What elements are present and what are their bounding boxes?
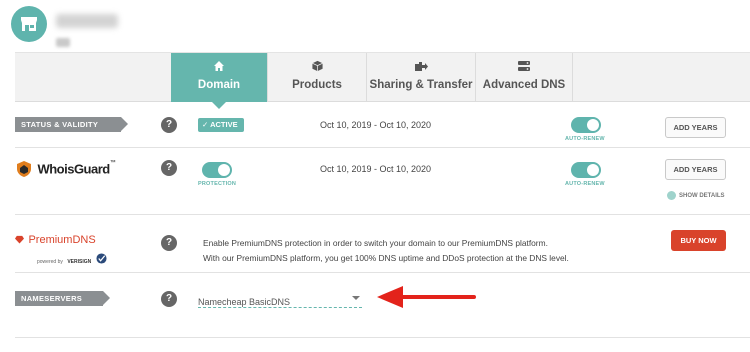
protection-caption: PROTECTION (198, 181, 237, 187)
premiumdns-gem-icon (15, 236, 24, 244)
verisign-text: VERISIGN (67, 259, 92, 265)
tab-sharing-transfer[interactable]: Sharing & Transfer (367, 53, 475, 102)
blurred-domain-icon (56, 38, 70, 47)
blurred-domain-name (56, 14, 118, 28)
premiumdns-description-line2: With our PremiumDNS platform, you get 10… (203, 253, 569, 263)
verisign-check-icon (96, 253, 107, 264)
premiumdns-description-line1: Enable PremiumDNS protection in order to… (203, 238, 548, 248)
tab-sharing-transfer-label: Sharing & Transfer (369, 79, 473, 91)
row-divider (15, 147, 750, 148)
add-years-button[interactable]: ADD YEARS (665, 117, 726, 138)
red-arrow-annotation (377, 286, 476, 308)
status-help-icon[interactable]: ? (161, 117, 177, 133)
nameservers-selected-value: Namecheap BasicDNS (198, 297, 291, 307)
whoisguard-logo: WhoisGuard™ (15, 160, 116, 178)
tab-domain[interactable]: Domain (171, 53, 267, 109)
server-icon (518, 61, 530, 71)
row-divider (15, 272, 750, 273)
tab-products[interactable]: Products (268, 53, 366, 102)
chevron-down-icon (352, 296, 360, 300)
whoisguard-validity-dates: Oct 10, 2019 - Oct 10, 2020 (320, 164, 432, 174)
nameservers-label: NAMESERVERS (15, 291, 110, 306)
whoisguard-help-icon[interactable]: ? (161, 160, 177, 176)
whoisguard-autorenew-toggle[interactable] (571, 162, 601, 178)
expand-icon (667, 191, 676, 200)
buy-now-button[interactable]: BUY NOW (671, 230, 726, 251)
home-icon (214, 61, 224, 71)
whoisguard-add-years-button[interactable]: ADD YEARS (665, 159, 726, 180)
shield-icon (17, 161, 31, 177)
status-validity-label: STATUS & VALIDITY (15, 117, 128, 132)
autorenew-caption: AUTO-RENEW (565, 181, 605, 187)
domain-validity-dates: Oct 10, 2019 - Oct 10, 2020 (320, 120, 432, 130)
nameservers-help-icon[interactable]: ? (161, 291, 177, 307)
row-divider (15, 337, 750, 338)
tab-advanced-dns-label: Advanced DNS (482, 79, 566, 91)
box-icon (311, 60, 323, 72)
domain-tab-bar: Domain Products Sharing & Transfer Advan… (15, 52, 750, 109)
status-badge: ✓ ACTIVE (198, 118, 244, 132)
show-details-text: SHOW DETAILS (679, 193, 725, 200)
show-details-link[interactable]: SHOW DETAILS (667, 191, 725, 200)
premiumdns-description: Enable PremiumDNS protection in order to… (203, 236, 569, 266)
premiumdns-help-icon[interactable]: ? (161, 235, 177, 251)
premiumdns-logo: PremiumDNS powered by VERISIGN (15, 231, 115, 268)
premiumdns-logo-text: PremiumDNS (28, 233, 96, 246)
tab-domain-label: Domain (197, 79, 241, 91)
autorenew-caption: AUTO-RENEW (565, 136, 605, 142)
tab-advanced-dns[interactable]: Advanced DNS (476, 53, 572, 102)
row-divider (15, 214, 750, 215)
domain-autorenew-toggle[interactable] (571, 117, 601, 133)
whoisguard-logo-text: WhoisGuard (37, 161, 110, 177)
whoisguard-protection-toggle[interactable] (202, 162, 232, 178)
share-transfer-icon (415, 62, 428, 71)
nameservers-select[interactable]: Namecheap BasicDNS (198, 292, 362, 308)
store-icon (21, 17, 37, 31)
tab-products-label: Products (292, 79, 342, 91)
whoisguard-logo-tm: ™ (109, 160, 116, 166)
tab-divider (572, 53, 573, 102)
store-avatar (11, 6, 47, 42)
powered-by-text: powered by (37, 259, 63, 265)
